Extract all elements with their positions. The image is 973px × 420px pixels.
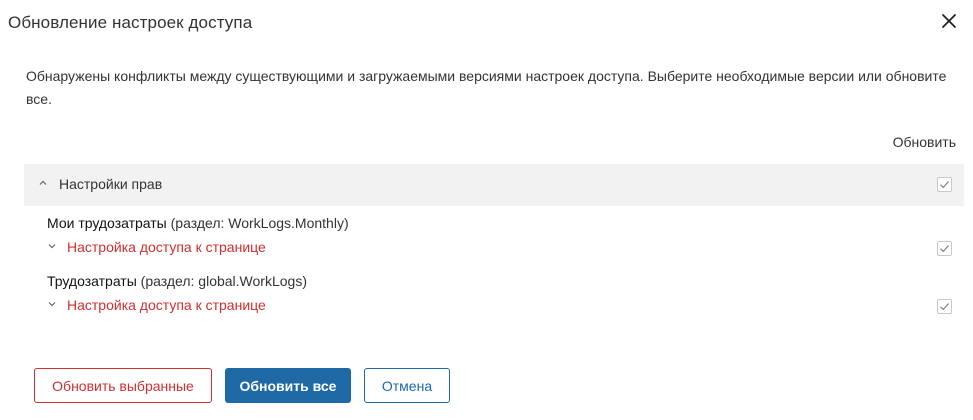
checkmark-icon bbox=[940, 181, 949, 189]
close-icon bbox=[942, 14, 956, 28]
item-name: Трудозатраты bbox=[47, 273, 137, 289]
conflict-message: Обнаружены конфликты между существующими… bbox=[26, 68, 947, 107]
checkmark-icon bbox=[940, 245, 949, 253]
item-section: (раздел: global.WorkLogs) bbox=[140, 273, 307, 289]
update-all-button[interactable]: Обновить все bbox=[225, 368, 351, 403]
page-access-link[interactable]: Настройка доступа к странице bbox=[67, 239, 266, 255]
item-title: Трудозатраты (раздел: global.WorkLogs) bbox=[47, 273, 307, 289]
group-header-permissions[interactable]: Настройки прав bbox=[24, 164, 964, 206]
group-checkbox[interactable] bbox=[937, 177, 952, 192]
item-access-row: Настройка доступа к странице bbox=[47, 297, 266, 313]
chevron-up-icon[interactable] bbox=[34, 178, 52, 191]
item-checkbox[interactable] bbox=[937, 241, 952, 256]
dialog-title: Обновление настроек доступа bbox=[8, 13, 253, 32]
update-selected-button[interactable]: Обновить выбранные bbox=[34, 368, 212, 403]
item-title: Мои трудозатраты (раздел: WorkLogs.Month… bbox=[47, 215, 349, 231]
page-access-link[interactable]: Настройка доступа к странице bbox=[67, 297, 266, 313]
chevron-down-icon[interactable] bbox=[47, 241, 59, 254]
item-section: (раздел: WorkLogs.Monthly) bbox=[170, 215, 349, 231]
update-column-header: Обновить bbox=[892, 134, 956, 150]
group-label: Настройки прав bbox=[59, 176, 163, 192]
chevron-down-icon[interactable] bbox=[47, 299, 59, 312]
item-checkbox[interactable] bbox=[937, 299, 952, 314]
cancel-button[interactable]: Отмена bbox=[364, 368, 450, 403]
checkmark-icon bbox=[940, 303, 949, 311]
close-button[interactable] bbox=[936, 8, 962, 34]
item-name: Мои трудозатраты bbox=[47, 215, 167, 231]
item-access-row: Настройка доступа к странице bbox=[47, 239, 266, 255]
